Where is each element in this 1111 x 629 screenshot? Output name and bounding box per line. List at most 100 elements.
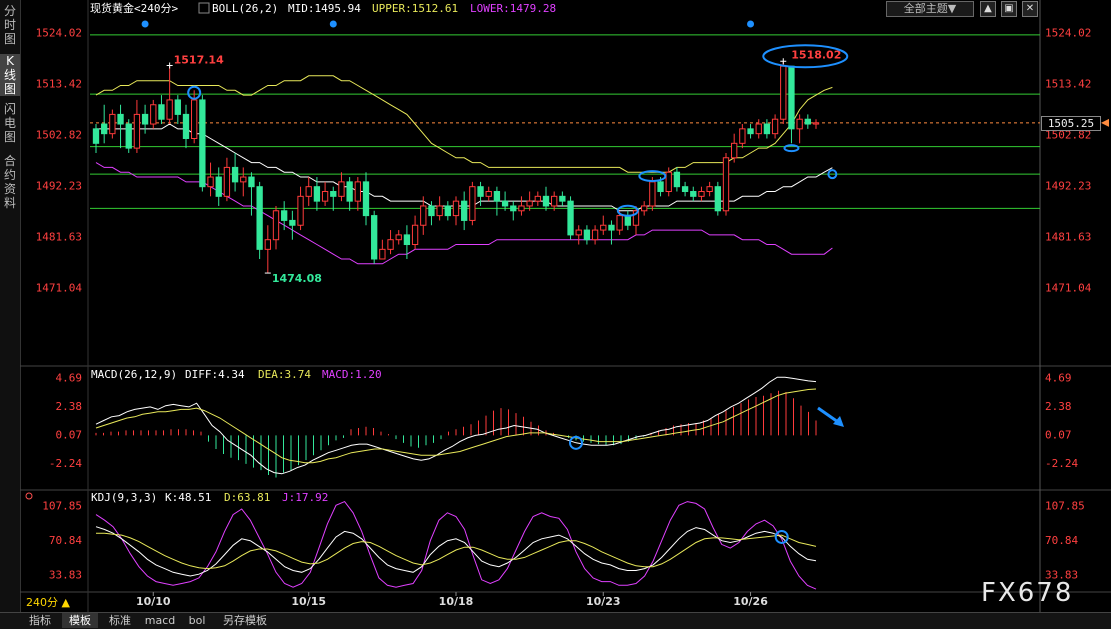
- candle-body: [215, 176, 222, 197]
- boll-label: BOLL(26,2): [212, 2, 278, 15]
- candle-body: [272, 210, 280, 241]
- kdj-settings-icon[interactable]: [25, 492, 33, 500]
- candle-body: [371, 215, 378, 260]
- theme-select[interactable]: 全部主题▼: [886, 1, 974, 17]
- instrument-label: 现货黄金<240分>: [90, 1, 178, 15]
- indicator-icon[interactable]: [198, 2, 210, 14]
- candle-body: [698, 191, 705, 197]
- candle-body: [616, 215, 623, 231]
- candle-body: [559, 195, 566, 202]
- candle-body: [624, 215, 631, 226]
- candle-body: [174, 99, 181, 115]
- y-tick-label-left: 1513.42: [36, 77, 82, 90]
- y-tick-label-right: 1481.63: [1045, 231, 1091, 244]
- candle-body: [191, 99, 198, 139]
- candle-body: [583, 229, 591, 241]
- y-tick-label-left: 107.85: [42, 499, 82, 512]
- candle-body: [321, 191, 329, 202]
- bottom-tab-1[interactable]: 模板: [62, 613, 98, 628]
- bottom-tab-2[interactable]: 标准: [102, 613, 138, 628]
- candle-body: [722, 157, 730, 212]
- bottom-tab-0[interactable]: 指标: [22, 613, 58, 628]
- x-tick-label: 10/15: [291, 595, 326, 608]
- annotation-ellipse: [783, 144, 800, 153]
- boll-upper-value: UPPER:1512.61: [372, 2, 458, 15]
- candle-body: [338, 181, 345, 197]
- period-high-label: 1517.14: [174, 54, 224, 67]
- trend-arrow-head: [833, 416, 844, 427]
- candle-body: [199, 99, 206, 188]
- candle-body: [158, 104, 165, 120]
- candle-body: [240, 176, 247, 183]
- close-button[interactable]: ✕: [1022, 1, 1038, 17]
- y-tick-label-left: 33.83: [49, 568, 82, 581]
- y-tick-label-right: 1513.42: [1045, 77, 1091, 90]
- candle-body: [788, 65, 795, 130]
- candle-body: [551, 195, 558, 207]
- kdj-d-value: D:63.81: [224, 491, 270, 504]
- y-tick-label-left: 1502.82: [36, 129, 82, 142]
- y-tick-label-left: 1492.23: [36, 180, 82, 193]
- kdj-j-line: [95, 500, 817, 590]
- candle-body: [771, 118, 779, 135]
- y-tick-label-right: 4.69: [1045, 371, 1072, 384]
- grid-layer: [20, 0, 1111, 612]
- candle-body: [518, 205, 525, 212]
- macd-panel: [95, 376, 817, 478]
- period-low-label: 1474.08: [272, 272, 322, 285]
- candle-body: [657, 181, 664, 193]
- x-tick-label: 10/23: [586, 595, 621, 608]
- candle-body: [297, 195, 304, 226]
- chart-canvas: 1524.02 1524.021513.42 1513.421502.82 1502.…: [20, 0, 1111, 612]
- bottom-tab-bar: 指标 模板 标准 macd bol 另存模板: [0, 612, 1111, 629]
- bottom-tab-3[interactable]: macd: [142, 613, 178, 628]
- y-tick-label-right: 1492.23: [1045, 180, 1091, 193]
- signal-dot: [329, 20, 337, 28]
- maximize-button[interactable]: ▣: [1001, 1, 1017, 17]
- macd-hist-value: MACD:1.20: [322, 368, 382, 381]
- candle-body: [330, 191, 337, 197]
- candle-body: [600, 224, 607, 231]
- candle-body: [461, 200, 468, 221]
- candle-body: [207, 176, 214, 188]
- candle-body: [420, 205, 427, 226]
- candle-body: [452, 200, 460, 217]
- candle-body: [436, 205, 443, 217]
- y-tick-label-left: 2.38: [56, 400, 83, 413]
- move-up-button[interactable]: ▲: [980, 1, 996, 17]
- candle-body: [354, 181, 361, 202]
- trend-arrow-shaft: [817, 406, 839, 424]
- candle-body: [133, 113, 141, 149]
- current-price-arrow: [1101, 118, 1109, 127]
- y-tick-label-right: 2.38: [1045, 400, 1072, 413]
- candle-body: [411, 224, 419, 246]
- candle-body: [109, 113, 116, 135]
- candle-body: [526, 200, 533, 207]
- x-tick-label: 10/18: [439, 595, 474, 608]
- bottom-tab-5[interactable]: 另存模板: [216, 613, 274, 628]
- candle-body: [264, 239, 271, 250]
- boll-mid-value: MID:1495.94: [288, 2, 361, 15]
- candle-body: [731, 142, 738, 159]
- y-tick-label-right: 0.07: [1045, 429, 1072, 442]
- macd-label: MACD(26,12,9): [91, 368, 177, 381]
- candle-body: [166, 99, 173, 120]
- boll-upper-line: [95, 75, 833, 173]
- candle-body: [223, 166, 231, 197]
- bottom-tab-4[interactable]: bol: [182, 613, 212, 628]
- candle-body: [346, 181, 353, 202]
- candle-body: [665, 171, 672, 193]
- candle-body: [256, 186, 263, 250]
- candle-body: [101, 123, 108, 135]
- candlestick-panel: [90, 34, 1109, 274]
- annotation-layer: 1517.14 1474.08 1518.02: [141, 20, 849, 544]
- boll-lower-value: LOWER:1479.28: [470, 2, 556, 15]
- y-tick-label-left: 0.07: [56, 429, 83, 442]
- y-tick-label-right: 1471.04: [1045, 282, 1092, 295]
- y-tick-label-left: 1524.02: [36, 26, 82, 39]
- candle-body: [739, 128, 746, 144]
- candle-body: [305, 186, 312, 197]
- candle-body: [690, 191, 697, 197]
- y-tick-label-right: 70.84: [1045, 534, 1078, 547]
- period-selector[interactable]: 240分 ▲: [26, 596, 70, 610]
